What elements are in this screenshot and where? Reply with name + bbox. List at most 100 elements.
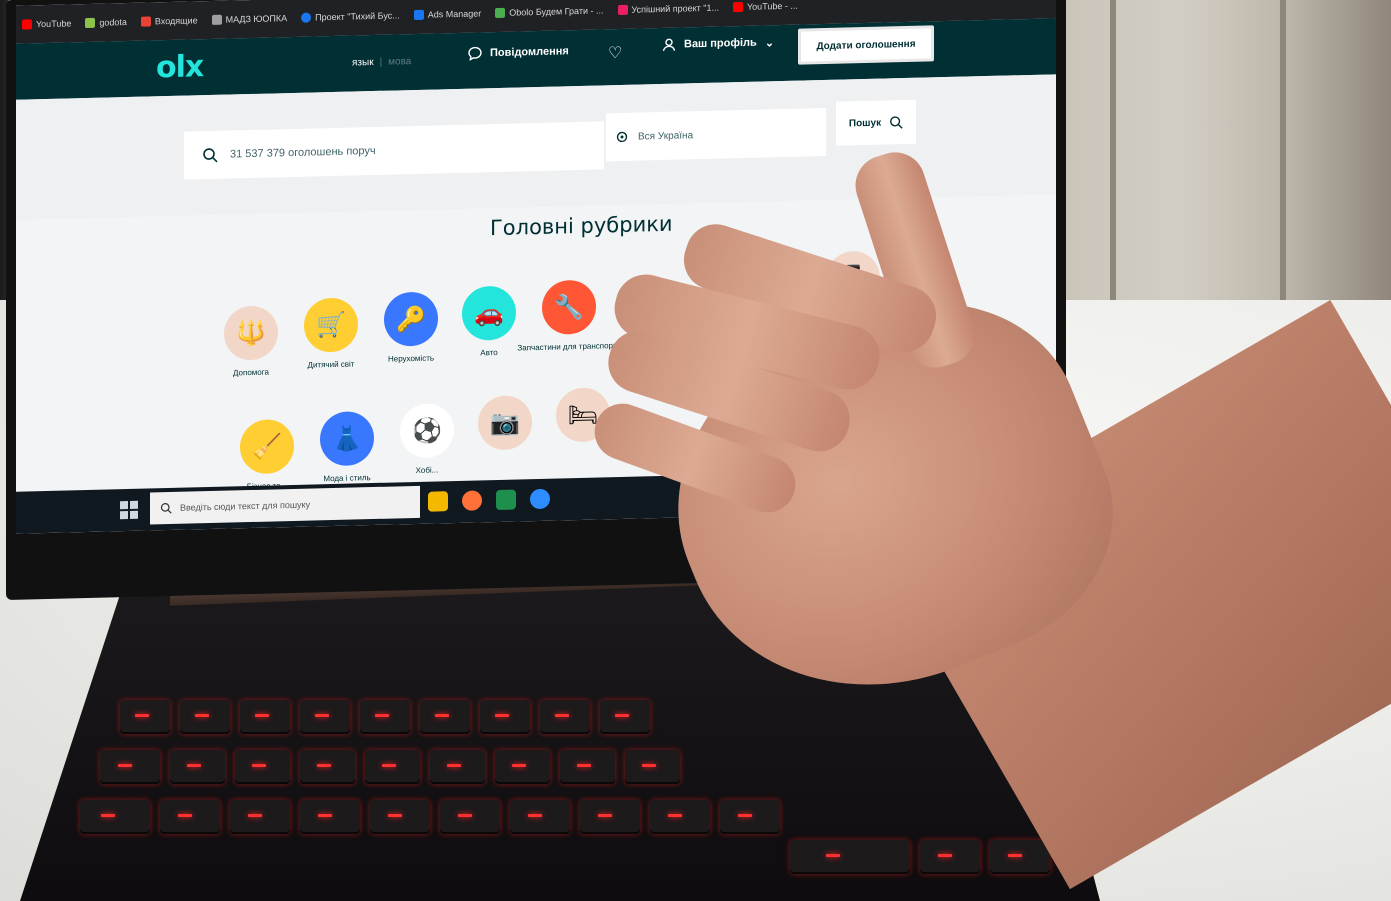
- category-label: Авто: [480, 347, 498, 358]
- search-input[interactable]: 31 537 379 оголошень поруч: [184, 121, 604, 180]
- keyboard-key: [580, 800, 640, 834]
- laptop-lid: YouTube godota Входящие МАДЗ ЮОПКА Проек…: [6, 0, 1066, 600]
- taskbar-search-placeholder: Введіть сюди текст для пошуку: [180, 499, 311, 513]
- bookmark-item[interactable]: Входящие: [140, 15, 198, 27]
- lang-active[interactable]: язык: [352, 57, 374, 69]
- bookmark-item[interactable]: МАДЗ ЮОПКА: [211, 13, 288, 25]
- keyboard-key: [235, 750, 290, 784]
- keyboard-key: [370, 800, 430, 834]
- bookmark-item[interactable]: YouTube - ...: [733, 1, 798, 13]
- profile-link[interactable]: Ваш профіль ⌄: [662, 35, 774, 52]
- backlit-keyboard: [80, 640, 1080, 901]
- keyboard-key: [160, 800, 220, 834]
- add-listing-button[interactable]: Додати оголошення: [798, 25, 934, 65]
- chevron-down-icon: ⌄: [764, 36, 775, 49]
- youtube-icon: [22, 19, 32, 30]
- location-input[interactable]: Вся Україна: [606, 107, 826, 162]
- keyboard-key: [180, 700, 230, 734]
- lang-other[interactable]: мова: [388, 56, 411, 68]
- keyboard-key: [480, 700, 530, 734]
- keyboard-key: [100, 750, 160, 784]
- bookmark-icon: [617, 4, 628, 16]
- category-work[interactable]: 💼: [592, 273, 702, 330]
- taskbar-search-input[interactable]: Введіть сюди текст для пошуку: [150, 485, 420, 525]
- category-label: Допомога: [233, 367, 269, 378]
- keyboard-key: [240, 700, 290, 734]
- wrench-icon: 🔧: [542, 279, 596, 335]
- user-icon: [662, 38, 676, 52]
- phone-icon: 📱: [826, 250, 880, 306]
- category-label: Мода і стиль: [323, 473, 371, 484]
- bookmark-icon: [211, 14, 222, 25]
- bookmark-item[interactable]: Успішний проект "1...: [617, 2, 720, 16]
- keyboard-key: [990, 840, 1050, 874]
- sheets-icon[interactable]: [496, 489, 516, 511]
- keyboard-key: [120, 700, 170, 734]
- category-label: Дитячий світ: [307, 359, 355, 370]
- youtube-icon: [733, 1, 743, 13]
- bookmark-icon: [85, 17, 96, 29]
- messages-link[interactable]: Повідомлення: [468, 44, 569, 61]
- keyboard-key: [510, 800, 570, 834]
- car-icon: 🚗: [462, 285, 516, 341]
- search-placeholder: 31 537 379 оголошень поруч: [230, 144, 376, 161]
- keyboard-key: [920, 840, 980, 874]
- heart-icon[interactable]: ♡: [608, 43, 622, 63]
- gmail-icon: [140, 16, 151, 27]
- category-label: Нерухомість: [387, 353, 435, 364]
- messages-label: Повідомлення: [490, 45, 569, 60]
- shovel-icon: 🧹: [240, 418, 294, 475]
- windows-start-icon[interactable]: [120, 500, 138, 520]
- category-label: Хобі...: [415, 465, 439, 475]
- keyboard-key: [650, 800, 710, 834]
- dress-icon: 👗: [320, 411, 374, 467]
- bookmark-label: Ads Manager: [427, 8, 482, 20]
- search-button[interactable]: Пошук: [836, 99, 916, 146]
- category-electronics[interactable]: 📱: [798, 250, 908, 307]
- chrome-icon[interactable]: [530, 488, 550, 510]
- search-icon: [203, 148, 218, 163]
- profile-label: Ваш профіль: [684, 36, 757, 51]
- keyboard-key: [600, 700, 650, 734]
- ball-icon: ⚽: [400, 403, 454, 459]
- category-home[interactable]: 🛏: [528, 387, 638, 444]
- laptop-screen: YouTube godota Входящие МАДЗ ЮОПКА Проек…: [16, 0, 1056, 534]
- keyboard-key: [540, 700, 590, 734]
- bookmark-label: Успішний проект "1...: [631, 2, 720, 15]
- keyboard-key: [440, 800, 500, 834]
- keyboard-key: [80, 800, 150, 834]
- keyboard-key: [300, 750, 355, 784]
- keyboard-key: [720, 800, 780, 834]
- language-switch[interactable]: язык | мова: [352, 56, 411, 68]
- bookmark-item[interactable]: Проект "Тихий Бус...: [301, 10, 400, 23]
- bookmark-label: Входящие: [154, 15, 198, 27]
- key-icon: 🔑: [384, 291, 438, 347]
- bookmark-item[interactable]: Ads Manager: [413, 8, 482, 21]
- location-label: Вся Україна: [638, 129, 694, 143]
- search-icon: [890, 116, 903, 129]
- categories-title: Головні рубрики: [490, 211, 673, 241]
- bookmark-label: Проект "Тихий Бус...: [315, 10, 400, 23]
- firefox-icon[interactable]: [462, 490, 482, 511]
- camera-icon: 📷: [478, 395, 532, 451]
- keyboard-key: [170, 750, 225, 784]
- keyboard-key: [790, 840, 910, 874]
- keyboard-key: [495, 750, 550, 784]
- location-pin-icon: [616, 131, 628, 143]
- bookmark-item[interactable]: YouTube: [22, 18, 71, 30]
- keyboard-key: [365, 750, 420, 784]
- chat-icon: [468, 46, 482, 61]
- keyboard-key: [625, 750, 680, 784]
- ads-icon: [413, 9, 424, 21]
- windows-taskbar: Введіть сюди текст для пошуку: [16, 466, 1056, 534]
- briefcase-icon: 💼: [620, 273, 674, 329]
- bookmark-item[interactable]: Obolo Будем Грати - ...: [495, 5, 604, 19]
- bookmark-label: МАДЗ ЮОПКА: [225, 13, 288, 25]
- bookmark-item[interactable]: godota: [85, 17, 127, 29]
- olx-logo[interactable]: olx: [156, 49, 203, 85]
- file-explorer-icon[interactable]: [428, 491, 448, 512]
- bookmark-label: YouTube - ...: [747, 0, 798, 12]
- search-button-label: Пошук: [848, 117, 882, 129]
- bookmark-icon: [495, 7, 506, 19]
- keyboard-key: [300, 800, 360, 834]
